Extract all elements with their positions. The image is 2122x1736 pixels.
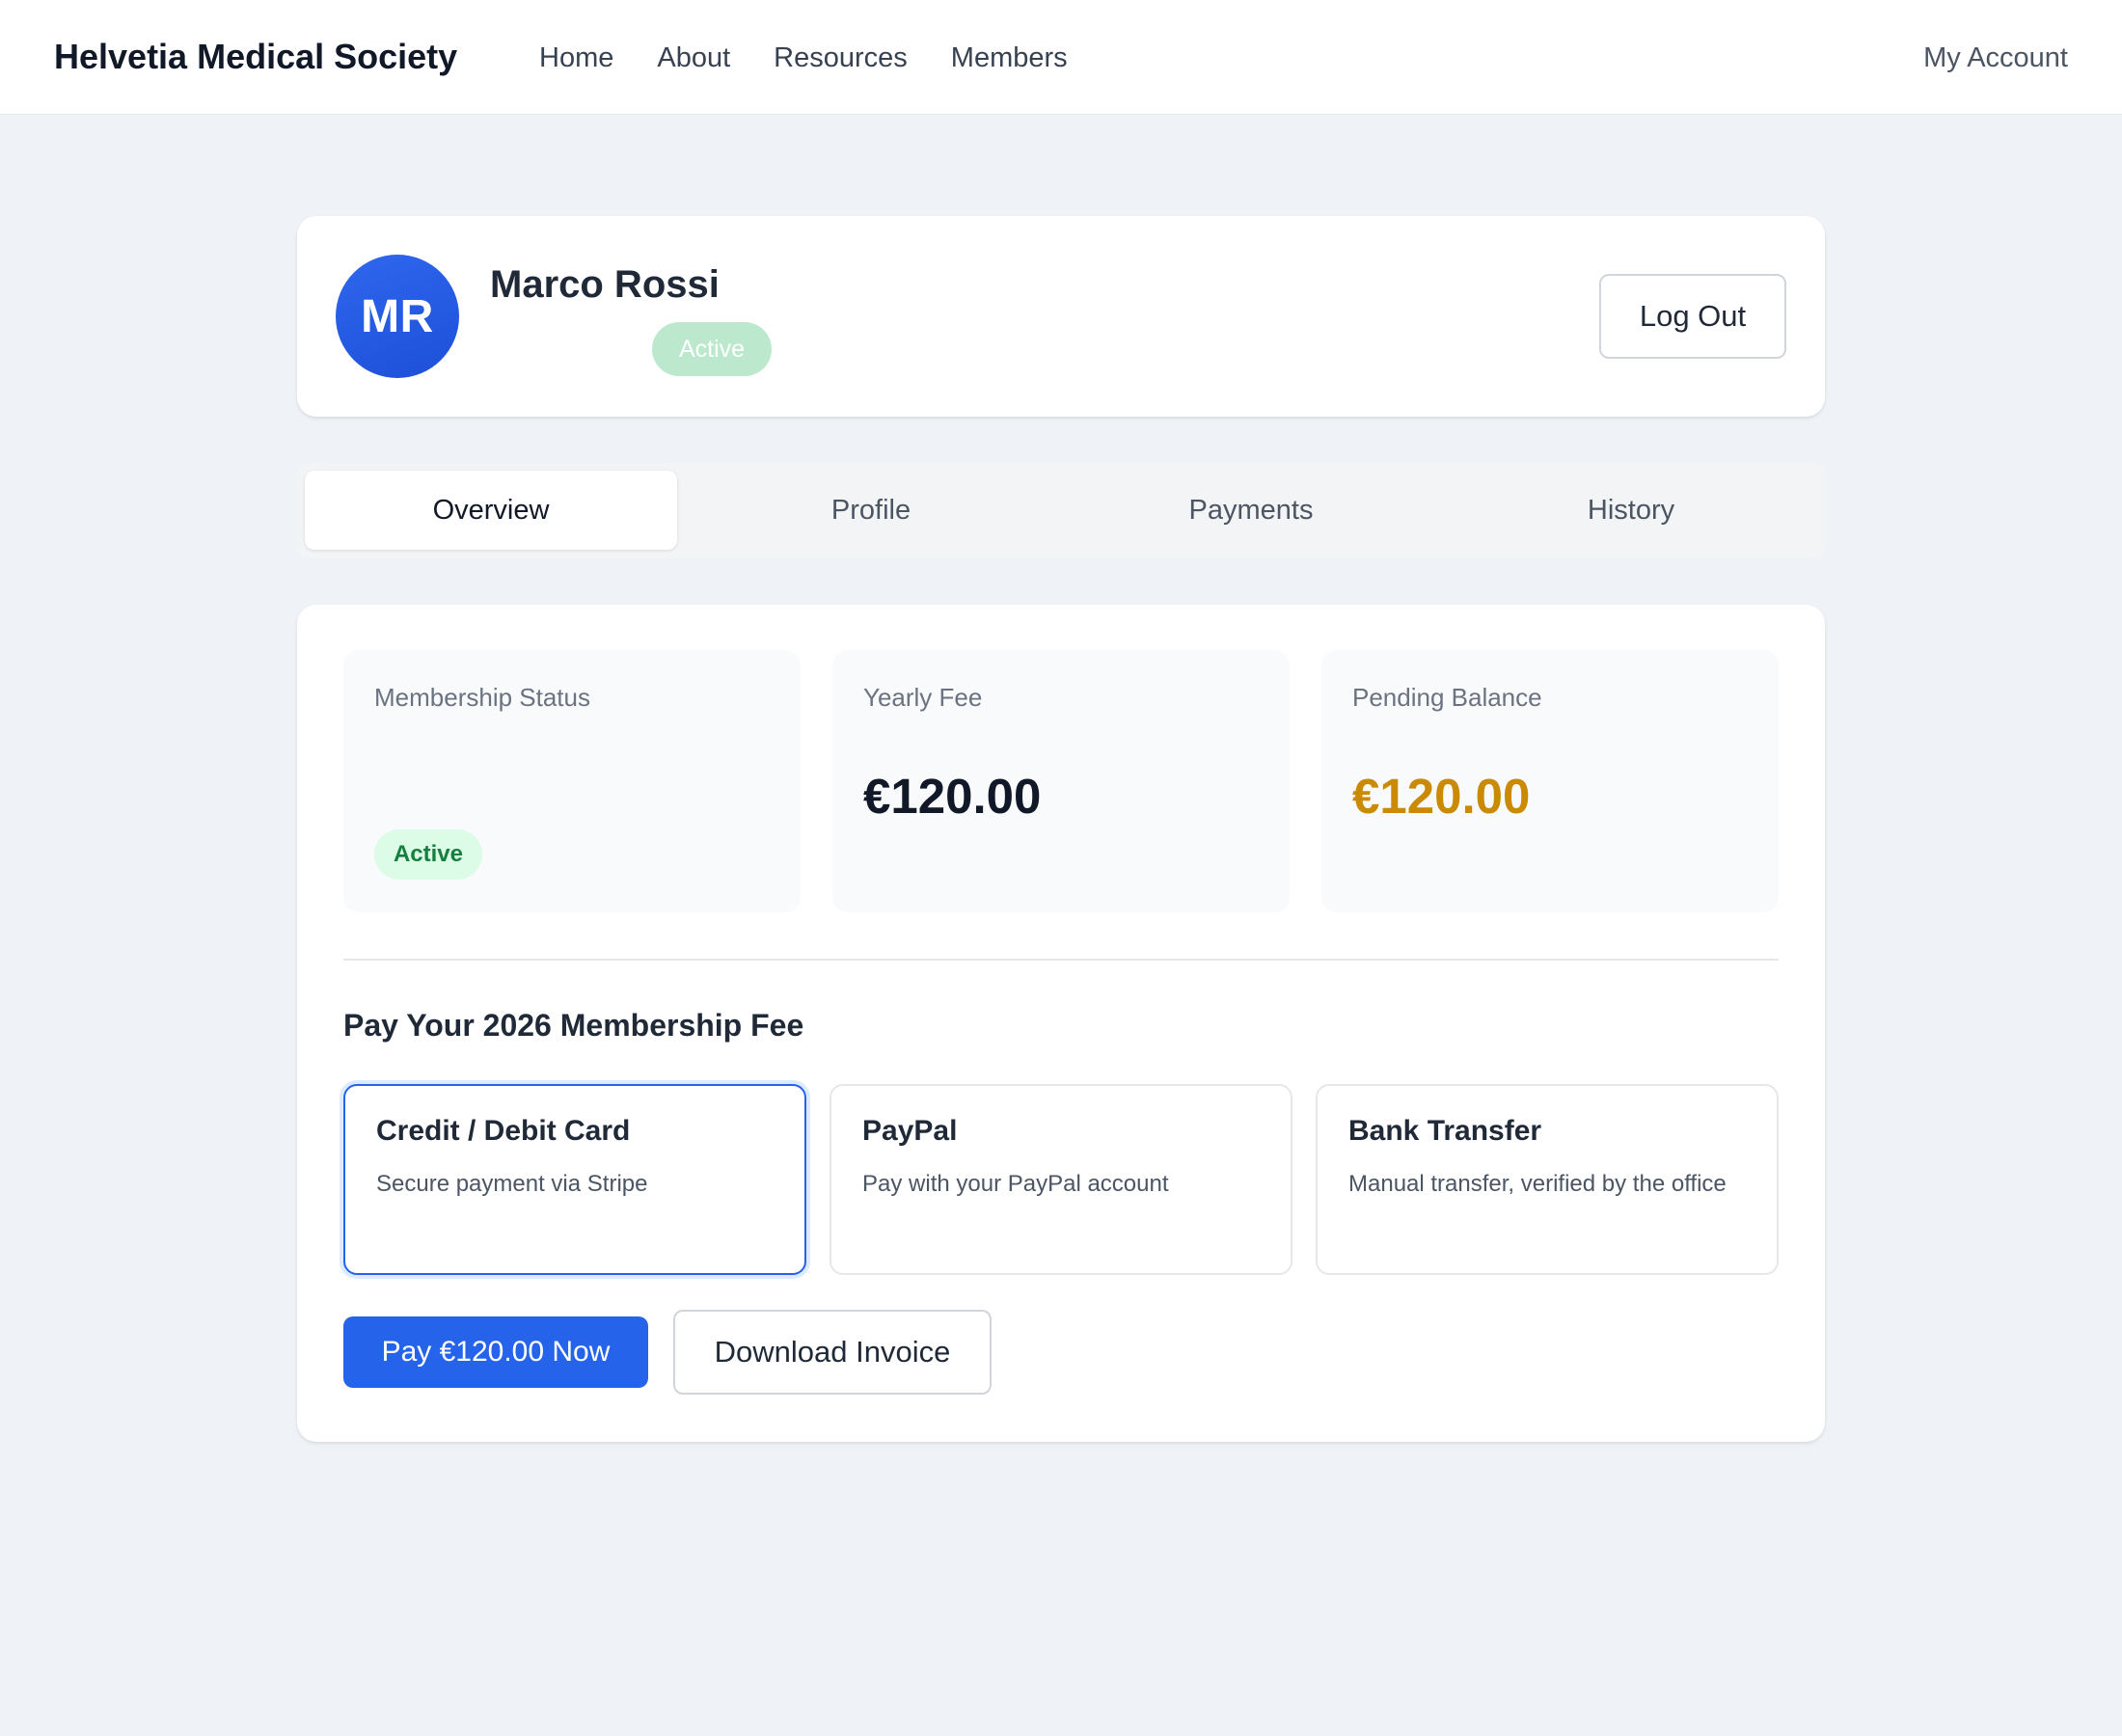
nav-link-home[interactable]: Home xyxy=(539,39,613,77)
payment-method-card[interactable]: Credit / Debit Card Secure payment via S… xyxy=(343,1084,806,1275)
status-badge: Active xyxy=(374,829,482,880)
download-invoice-button[interactable]: Download Invoice xyxy=(673,1310,992,1395)
pay-now-button[interactable]: Pay €120.00 Now xyxy=(343,1316,648,1388)
payment-method-title: Bank Transfer xyxy=(1348,1115,1542,1147)
payment-section-title: Pay Your 2026 Membership Fee xyxy=(343,1008,804,1043)
section-divider xyxy=(343,959,1779,961)
profile-card: MR Marco Rossi Active Log Out xyxy=(297,216,1825,417)
yearly-fee-value: €120.00 xyxy=(863,769,1042,824)
yearly-fee-card: Yearly Fee €120.00 xyxy=(832,650,1290,912)
avatar: MR xyxy=(336,255,459,378)
membership-status-label: Membership Status xyxy=(374,683,590,712)
payment-method-bank-transfer[interactable]: Bank Transfer Manual transfer, verified … xyxy=(1316,1084,1779,1275)
payment-method-title: PayPal xyxy=(862,1115,958,1147)
payment-method-description: Secure payment via Stripe xyxy=(376,1171,648,1197)
nav-link-members[interactable]: Members xyxy=(951,39,1068,77)
profile-status-badge: Active xyxy=(652,322,772,376)
pending-balance-value: €120.00 xyxy=(1352,769,1531,824)
pending-balance-card: Pending Balance €120.00 xyxy=(1321,650,1779,912)
yearly-fee-label: Yearly Fee xyxy=(863,683,983,712)
nav-link-about[interactable]: About xyxy=(657,39,730,77)
tab-overview[interactable]: Overview xyxy=(305,471,677,550)
pending-balance-label: Pending Balance xyxy=(1352,683,1542,712)
member-name: Marco Rossi xyxy=(490,263,720,306)
tab-history[interactable]: History xyxy=(1445,471,1817,550)
tab-payments[interactable]: Payments xyxy=(1065,471,1437,550)
my-account-link[interactable]: My Account xyxy=(1923,39,2068,77)
site-brand[interactable]: Helvetia Medical Society xyxy=(54,35,457,79)
log-out-button[interactable]: Log Out xyxy=(1599,274,1786,359)
membership-status-card: Membership Status Active xyxy=(343,650,801,912)
overview-panel: Membership Status Active Yearly Fee €120… xyxy=(297,605,1825,1442)
main-nav: Home About Resources Members xyxy=(539,39,1068,77)
top-navigation-bar: Helvetia Medical Society Home About Reso… xyxy=(0,0,2122,115)
payment-method-paypal[interactable]: PayPal Pay with your PayPal account xyxy=(830,1084,1292,1275)
payment-method-description: Pay with your PayPal account xyxy=(862,1171,1169,1197)
tab-profile[interactable]: Profile xyxy=(685,471,1057,550)
payment-method-title: Credit / Debit Card xyxy=(376,1115,631,1147)
payment-method-description: Manual transfer, verified by the office xyxy=(1348,1171,1727,1197)
account-tabs: Overview Profile Payments History xyxy=(297,463,1825,557)
nav-link-resources[interactable]: Resources xyxy=(774,39,908,77)
